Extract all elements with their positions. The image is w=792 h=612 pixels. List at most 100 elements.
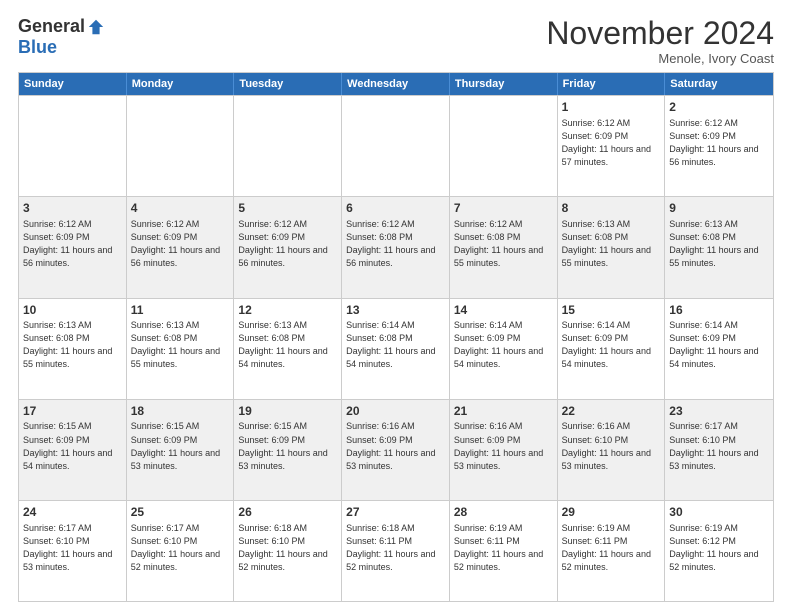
cell-text: Daylight: 11 hours and 55 minutes.	[669, 244, 769, 270]
cell-text: Sunset: 6:09 PM	[238, 231, 337, 244]
cell-text: Sunrise: 6:12 AM	[562, 117, 661, 130]
day-number: 8	[562, 200, 661, 217]
cell-text: Daylight: 11 hours and 55 minutes.	[562, 244, 661, 270]
day-number: 17	[23, 403, 122, 420]
cell-text: Sunrise: 6:16 AM	[562, 420, 661, 433]
cell-text: Sunrise: 6:14 AM	[454, 319, 553, 332]
cell-text: Sunset: 6:11 PM	[562, 535, 661, 548]
cal-cell: 20Sunrise: 6:16 AMSunset: 6:09 PMDayligh…	[342, 400, 450, 500]
cell-text: Sunset: 6:09 PM	[131, 231, 230, 244]
cell-text: Sunrise: 6:19 AM	[454, 522, 553, 535]
cell-text: Sunset: 6:09 PM	[669, 332, 769, 345]
cal-cell: 17Sunrise: 6:15 AMSunset: 6:09 PMDayligh…	[19, 400, 127, 500]
cell-text: Daylight: 11 hours and 56 minutes.	[346, 244, 445, 270]
cell-text: Sunrise: 6:13 AM	[131, 319, 230, 332]
cell-text: Daylight: 11 hours and 53 minutes.	[131, 447, 230, 473]
cell-text: Sunset: 6:08 PM	[346, 231, 445, 244]
day-number: 9	[669, 200, 769, 217]
cell-text: Sunset: 6:08 PM	[562, 231, 661, 244]
day-number: 18	[131, 403, 230, 420]
cal-cell: 27Sunrise: 6:18 AMSunset: 6:11 PMDayligh…	[342, 501, 450, 601]
cell-text: Sunrise: 6:19 AM	[562, 522, 661, 535]
cal-cell: 16Sunrise: 6:14 AMSunset: 6:09 PMDayligh…	[665, 299, 773, 399]
cal-header-sunday: Sunday	[19, 73, 127, 95]
day-number: 1	[562, 99, 661, 116]
logo-general: General	[18, 16, 85, 37]
cell-text: Sunrise: 6:14 AM	[562, 319, 661, 332]
day-number: 22	[562, 403, 661, 420]
calendar: SundayMondayTuesdayWednesdayThursdayFrid…	[18, 72, 774, 602]
day-number: 13	[346, 302, 445, 319]
cell-text: Daylight: 11 hours and 56 minutes.	[669, 143, 769, 169]
cell-text: Sunrise: 6:13 AM	[23, 319, 122, 332]
cal-cell: 13Sunrise: 6:14 AMSunset: 6:08 PMDayligh…	[342, 299, 450, 399]
cal-cell: 2Sunrise: 6:12 AMSunset: 6:09 PMDaylight…	[665, 96, 773, 196]
cell-text: Sunset: 6:08 PM	[131, 332, 230, 345]
cell-text: Daylight: 11 hours and 53 minutes.	[562, 447, 661, 473]
cal-week-3: 10Sunrise: 6:13 AMSunset: 6:08 PMDayligh…	[19, 298, 773, 399]
cal-cell: 26Sunrise: 6:18 AMSunset: 6:10 PMDayligh…	[234, 501, 342, 601]
cell-text: Daylight: 11 hours and 54 minutes.	[23, 447, 122, 473]
cell-text: Sunset: 6:09 PM	[23, 434, 122, 447]
cell-text: Sunset: 6:09 PM	[454, 332, 553, 345]
cell-text: Daylight: 11 hours and 53 minutes.	[23, 548, 122, 574]
cell-text: Daylight: 11 hours and 52 minutes.	[131, 548, 230, 574]
cal-cell: 25Sunrise: 6:17 AMSunset: 6:10 PMDayligh…	[127, 501, 235, 601]
cell-text: Sunset: 6:10 PM	[131, 535, 230, 548]
day-number: 11	[131, 302, 230, 319]
cal-cell: 1Sunrise: 6:12 AMSunset: 6:09 PMDaylight…	[558, 96, 666, 196]
cell-text: Sunrise: 6:17 AM	[131, 522, 230, 535]
cell-text: Daylight: 11 hours and 53 minutes.	[669, 447, 769, 473]
cal-cell	[19, 96, 127, 196]
cell-text: Sunrise: 6:16 AM	[346, 420, 445, 433]
cell-text: Sunrise: 6:13 AM	[562, 218, 661, 231]
cal-cell: 30Sunrise: 6:19 AMSunset: 6:12 PMDayligh…	[665, 501, 773, 601]
cell-text: Sunset: 6:10 PM	[562, 434, 661, 447]
cal-cell: 9Sunrise: 6:13 AMSunset: 6:08 PMDaylight…	[665, 197, 773, 297]
cell-text: Sunrise: 6:12 AM	[131, 218, 230, 231]
page: General Blue November 2024 Menole, Ivory…	[0, 0, 792, 612]
day-number: 5	[238, 200, 337, 217]
cell-text: Sunrise: 6:19 AM	[669, 522, 769, 535]
cell-text: Daylight: 11 hours and 53 minutes.	[346, 447, 445, 473]
cell-text: Sunrise: 6:12 AM	[454, 218, 553, 231]
cal-cell: 18Sunrise: 6:15 AMSunset: 6:09 PMDayligh…	[127, 400, 235, 500]
cell-text: Daylight: 11 hours and 54 minutes.	[454, 345, 553, 371]
day-number: 26	[238, 504, 337, 521]
cal-cell: 5Sunrise: 6:12 AMSunset: 6:09 PMDaylight…	[234, 197, 342, 297]
cell-text: Sunset: 6:10 PM	[238, 535, 337, 548]
cell-text: Sunrise: 6:15 AM	[131, 420, 230, 433]
cell-text: Daylight: 11 hours and 54 minutes.	[346, 345, 445, 371]
cell-text: Daylight: 11 hours and 52 minutes.	[346, 548, 445, 574]
cal-cell	[234, 96, 342, 196]
day-number: 28	[454, 504, 553, 521]
cal-cell: 8Sunrise: 6:13 AMSunset: 6:08 PMDaylight…	[558, 197, 666, 297]
logo: General Blue	[18, 16, 105, 58]
cell-text: Sunrise: 6:12 AM	[238, 218, 337, 231]
day-number: 7	[454, 200, 553, 217]
cal-header-friday: Friday	[558, 73, 666, 95]
day-number: 19	[238, 403, 337, 420]
cell-text: Sunset: 6:08 PM	[454, 231, 553, 244]
header: General Blue November 2024 Menole, Ivory…	[18, 16, 774, 66]
cell-text: Daylight: 11 hours and 52 minutes.	[669, 548, 769, 574]
cell-text: Daylight: 11 hours and 52 minutes.	[238, 548, 337, 574]
cell-text: Daylight: 11 hours and 56 minutes.	[23, 244, 122, 270]
day-number: 14	[454, 302, 553, 319]
cal-cell	[342, 96, 450, 196]
cell-text: Sunrise: 6:13 AM	[669, 218, 769, 231]
cal-header-thursday: Thursday	[450, 73, 558, 95]
cell-text: Sunrise: 6:14 AM	[346, 319, 445, 332]
cell-text: Sunset: 6:11 PM	[346, 535, 445, 548]
cell-text: Sunrise: 6:12 AM	[346, 218, 445, 231]
calendar-header-row: SundayMondayTuesdayWednesdayThursdayFrid…	[19, 73, 773, 95]
cell-text: Sunset: 6:11 PM	[454, 535, 553, 548]
cell-text: Sunrise: 6:18 AM	[346, 522, 445, 535]
location: Menole, Ivory Coast	[546, 51, 774, 66]
cell-text: Sunrise: 6:14 AM	[669, 319, 769, 332]
cell-text: Sunset: 6:09 PM	[669, 130, 769, 143]
cell-text: Sunset: 6:09 PM	[562, 130, 661, 143]
cell-text: Sunset: 6:09 PM	[562, 332, 661, 345]
cal-cell: 28Sunrise: 6:19 AMSunset: 6:11 PMDayligh…	[450, 501, 558, 601]
cal-cell	[127, 96, 235, 196]
